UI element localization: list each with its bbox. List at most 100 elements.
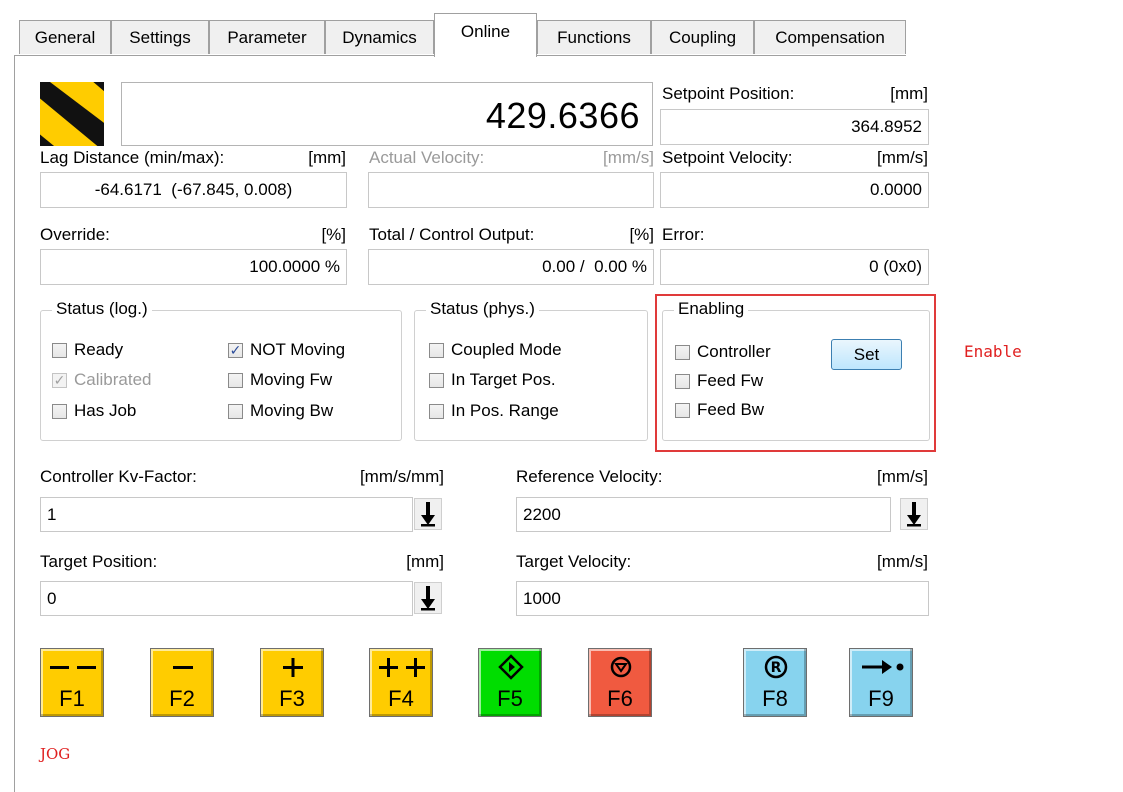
- plus-icon: [283, 658, 303, 677]
- set-button[interactable]: Set: [831, 339, 902, 370]
- tab-dynamics[interactable]: Dynamics: [325, 20, 434, 54]
- f4-jog-fast-forward-button[interactable]: F4: [369, 648, 433, 717]
- total-output-unit: [%]: [629, 225, 654, 244]
- reference-velocity-label: Reference Velocity:: [516, 467, 663, 486]
- f8-label: F8: [762, 686, 788, 711]
- controller-checkbox[interactable]: [675, 344, 690, 360]
- kv-factor-input[interactable]: 1: [40, 497, 413, 532]
- total-output-label: Total / Control Output:: [369, 225, 535, 244]
- checkbox-label: Ready: [74, 340, 124, 359]
- feed-bw-checkbox[interactable]: [675, 402, 690, 418]
- f8-reset-button[interactable]: R F8: [743, 648, 807, 717]
- actual-velocity-label: Actual Velocity:: [369, 148, 485, 167]
- down-arrow-icon: [907, 502, 921, 527]
- enabling-feed-bw[interactable]: Feed Bw: [675, 398, 764, 422]
- status-moving-bw: Moving Bw: [228, 399, 333, 423]
- feed-fw-checkbox[interactable]: [675, 373, 690, 389]
- checkbox-label: Feed Bw: [697, 400, 765, 419]
- coupled-mode-checkbox: [429, 342, 444, 358]
- tab-parameter[interactable]: Parameter: [209, 20, 325, 54]
- f2-label: F2: [169, 686, 195, 711]
- tab-label: Coupling: [668, 27, 737, 47]
- f5-label: F5: [497, 686, 523, 711]
- checkbox-label: Coupled Mode: [451, 340, 562, 359]
- target-position-input[interactable]: 0: [40, 581, 413, 616]
- status-not-moving: ✓ NOT Moving: [228, 338, 345, 362]
- tab-label: Functions: [557, 27, 631, 47]
- tab-label: Compensation: [775, 27, 885, 47]
- in-pos-range-checkbox: [429, 403, 444, 419]
- status-has-job: Has Job: [52, 399, 136, 423]
- double-minus-icon: [50, 666, 96, 669]
- double-plus-icon: [379, 658, 425, 677]
- enabling-feed-fw[interactable]: Feed Fw: [675, 369, 763, 393]
- set-button-label: Set: [853, 344, 880, 364]
- f6-stop-button[interactable]: F6: [588, 648, 652, 717]
- f2-jog-backward-button[interactable]: F2: [150, 648, 214, 717]
- actual-velocity-field: [368, 172, 654, 208]
- reference-velocity-download-button[interactable]: [900, 498, 928, 530]
- tab-general[interactable]: General: [19, 20, 111, 54]
- kv-factor-unit: [mm/s/mm]: [359, 467, 444, 486]
- in-target-pos-checkbox: [429, 372, 444, 388]
- checkbox-label: Controller: [697, 342, 771, 361]
- target-position-unit: [mm]: [406, 552, 444, 571]
- setpoint-velocity-field: 0.0000: [660, 172, 929, 208]
- tab-functions[interactable]: Functions: [537, 20, 651, 54]
- error-value: 0 (0x0): [869, 257, 922, 276]
- moving-bw-checkbox: [228, 403, 243, 419]
- jog-annotation: JOG: [40, 745, 71, 763]
- target-position-value: 0: [47, 588, 57, 608]
- target-velocity-input[interactable]: 1000: [516, 581, 929, 616]
- panel-left-border: [14, 55, 15, 792]
- kv-factor-download-button[interactable]: [414, 498, 442, 530]
- down-arrow-icon: [421, 586, 435, 611]
- setpoint-velocity-value: 0.0000: [870, 180, 922, 199]
- error-field: 0 (0x0): [660, 249, 929, 285]
- checkbox-label: Moving Fw: [250, 370, 333, 389]
- setpoint-position-field: 364.8952: [660, 109, 929, 145]
- tab-label: Dynamics: [342, 27, 417, 47]
- target-position-download-button[interactable]: [414, 582, 442, 614]
- f9-home-button[interactable]: F9: [849, 648, 913, 717]
- f6-label: F6: [607, 686, 633, 711]
- tab-coupling[interactable]: Coupling: [651, 20, 754, 54]
- reset-r-icon: R: [764, 655, 788, 679]
- enabling-title: Enabling: [674, 299, 749, 319]
- status-in-pos-range: In Pos. Range: [429, 399, 559, 423]
- checkbox-label: Calibrated: [74, 370, 152, 389]
- override-label: Override:: [40, 225, 110, 244]
- enabling-controller[interactable]: Controller: [675, 340, 771, 364]
- axis-status-icon: [40, 82, 104, 146]
- status-phys-title: Status (phys.): [426, 299, 539, 319]
- total-output-field: 0.00 / 0.00 %: [368, 249, 654, 285]
- override-value: 100.0000 %: [249, 257, 340, 276]
- down-arrow-icon: [421, 502, 435, 527]
- f1-jog-fast-backward-button[interactable]: F1: [40, 648, 104, 717]
- checkbox-label: Moving Bw: [250, 401, 334, 420]
- kv-factor-label: Controller Kv-Factor:: [40, 467, 197, 486]
- checkbox-label: NOT Moving: [250, 340, 346, 359]
- lag-distance-label: Lag Distance (min/max):: [40, 148, 225, 167]
- checkbox-label: Has Job: [74, 401, 137, 420]
- not-moving-checkbox: ✓: [228, 342, 243, 358]
- f1-label: F1: [59, 686, 85, 711]
- reference-velocity-unit: [mm/s]: [877, 467, 928, 486]
- f9-label: F9: [868, 686, 894, 711]
- tab-label: General: [34, 27, 96, 47]
- target-position-label: Target Position:: [40, 552, 158, 571]
- tab-label: Parameter: [227, 27, 307, 47]
- f5-start-button[interactable]: F5: [478, 648, 542, 717]
- setpoint-velocity-label: Setpoint Velocity:: [662, 148, 793, 167]
- f3-jog-forward-button[interactable]: F3: [260, 648, 324, 717]
- status-in-target-pos: In Target Pos.: [429, 368, 556, 392]
- tab-settings[interactable]: Settings: [111, 20, 209, 54]
- minus-icon: [173, 666, 193, 669]
- calibrated-checkbox: ✓: [52, 372, 67, 388]
- tab-online[interactable]: Online: [434, 13, 537, 57]
- moving-fw-checkbox: [228, 372, 243, 388]
- reference-velocity-input[interactable]: 2200: [516, 497, 891, 532]
- tab-label: Settings: [129, 27, 191, 47]
- start-diamond-icon: [498, 654, 524, 680]
- tab-compensation[interactable]: Compensation: [754, 20, 906, 54]
